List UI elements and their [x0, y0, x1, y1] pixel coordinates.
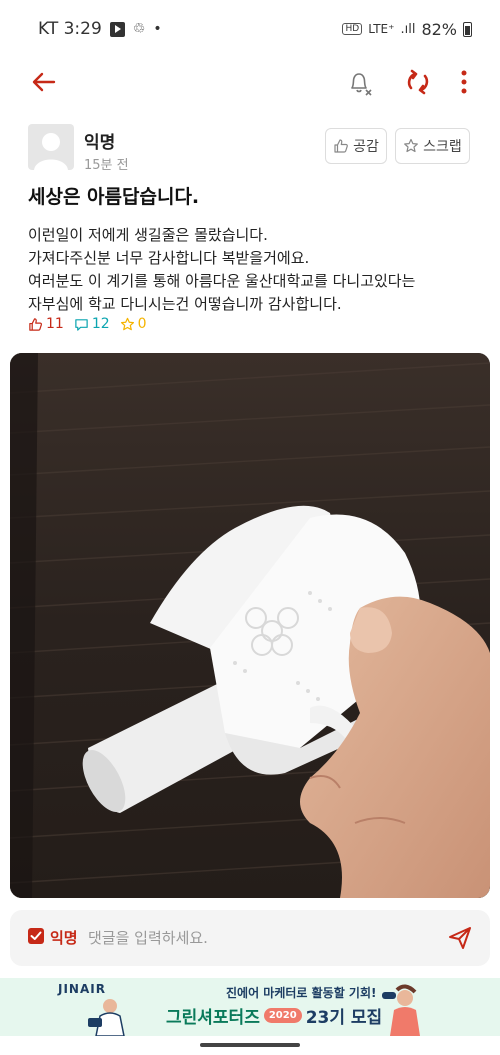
thumbs-up-icon: [334, 139, 348, 153]
post-header: 익명 15분 전 공감 스크랩: [28, 120, 472, 180]
person-with-camera-illustration: [88, 999, 125, 1036]
star-outline-icon: [404, 138, 419, 153]
home-gesture-pill[interactable]: [200, 1043, 300, 1047]
ad-brand-logo: JINAIR: [58, 982, 106, 996]
bell-off-icon[interactable]: [342, 66, 376, 100]
battery-label: 82%: [421, 19, 457, 39]
comment-bar: 익명: [10, 910, 490, 966]
bluetooth-notification-icon: ♲: [132, 21, 146, 37]
anonymous-label[interactable]: 익명: [50, 927, 78, 948]
post-photo[interactable]: [10, 353, 490, 898]
back-arrow-icon[interactable]: [28, 66, 60, 98]
battery-icon: [463, 21, 472, 37]
carrier-time: KT 3:29: [38, 19, 102, 39]
post-body-line: 이런일이 저에게 생길줄은 몰랐습니다.: [28, 226, 268, 244]
thumbs-up-icon: [29, 317, 42, 331]
post-body-line: 가져다주신분 너무 감사합니다 복받을거에요.: [28, 249, 310, 267]
ad-title: 그린셔포터즈: [166, 1008, 260, 1028]
signal-icon: .ıll: [400, 21, 416, 37]
like-count-value: 11: [46, 316, 64, 332]
toilet-paper-photo: [10, 353, 490, 898]
comment-count: 12: [74, 316, 110, 332]
ad-headline: 진에어 마케터로 활동할 기회!: [226, 986, 377, 1000]
person-with-binoculars-illustration: [382, 984, 420, 1036]
comment-input[interactable]: [88, 920, 428, 956]
scrap-count-value: 0: [137, 316, 147, 332]
ad-year-badge: 2020: [263, 1008, 302, 1023]
comment-count-value: 12: [91, 316, 110, 332]
scrap-count: 0: [120, 316, 147, 332]
like-button[interactable]: 공감: [325, 128, 387, 164]
post-stats: 11 12 0: [28, 316, 147, 332]
star-outline-icon: [120, 317, 134, 330]
status-bar: KT 3:29 ♲ • HD LTE⁺ .ıll 82%: [0, 0, 500, 58]
post-body: 이런일이 저에게 생길줄은 몰랐습니다. 가져다주신분 너무 감사합니다 복받을…: [28, 224, 478, 316]
play-notification-icon: [109, 21, 125, 37]
post-time: 15분 전: [84, 158, 129, 173]
post-body-line: 자부심에 학교 다니시는건 어떻습니까 감사합니다.: [28, 295, 342, 313]
post-author: 익명: [84, 133, 116, 153]
refresh-icon[interactable]: [402, 66, 434, 98]
send-icon[interactable]: [446, 924, 474, 952]
comment-bubble-icon: [75, 318, 88, 331]
post-body-line: 여러분도 이 계기를 통해 아름다운 울산대학교를 다니고있다는: [28, 272, 416, 290]
scrap-button-label: 스크랩: [423, 139, 462, 155]
post-title: 세상은 아름답습니다.: [28, 186, 200, 208]
dot-icon: •: [153, 21, 162, 37]
user-placeholder-icon: [34, 133, 68, 170]
app-bar: [0, 58, 500, 110]
hd-label: HD: [342, 23, 363, 35]
ad-banner[interactable]: JINAIR 진에어 마케터로 활동할 기회! 그린셔포터즈 2020 23기 …: [0, 978, 500, 1036]
system-nav-bar: [0, 1036, 500, 1055]
like-count: 11: [28, 316, 64, 332]
scrap-button[interactable]: 스크랩: [395, 128, 470, 164]
more-vertical-icon[interactable]: [452, 66, 476, 98]
anonymous-checkbox[interactable]: [28, 928, 44, 944]
ad-title-row: 그린셔포터즈 2020 23기 모집: [166, 1003, 382, 1028]
check-icon: [30, 931, 42, 940]
like-button-label: 공감: [353, 139, 379, 155]
avatar: [28, 124, 74, 170]
network-label: LTE⁺: [368, 22, 395, 36]
